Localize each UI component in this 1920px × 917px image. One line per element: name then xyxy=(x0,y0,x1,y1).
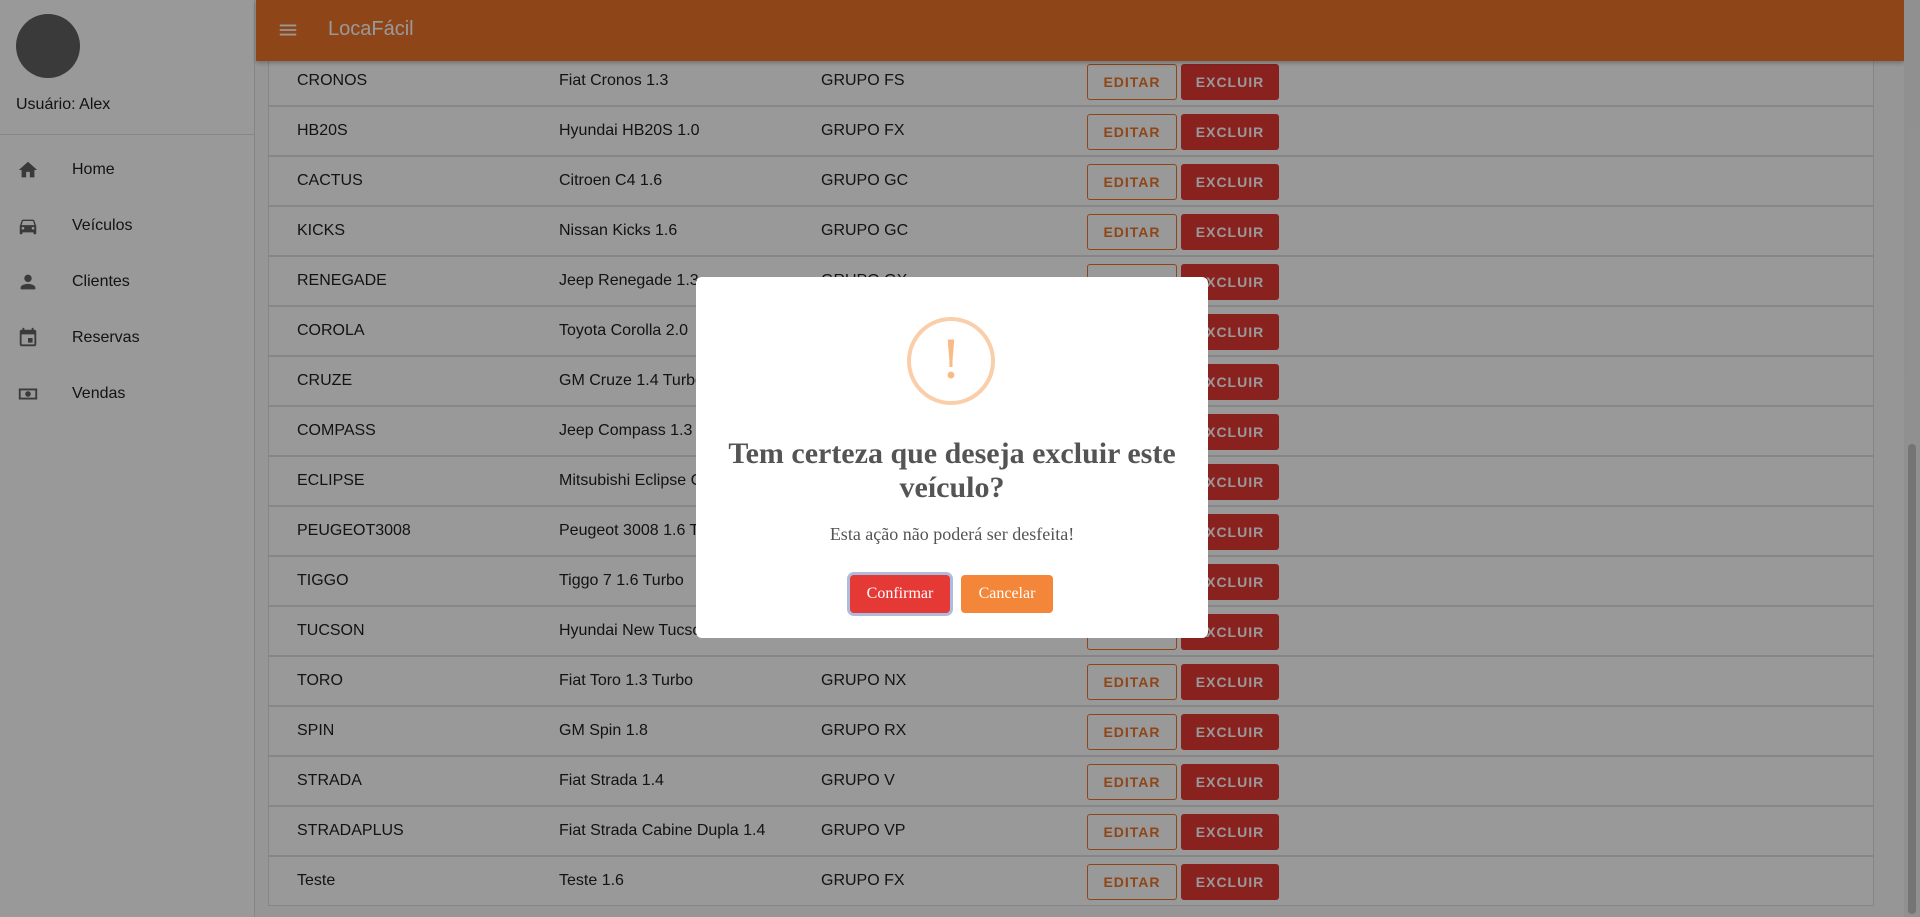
dialog-title: Tem certeza que deseja excluir este veíc… xyxy=(728,437,1176,504)
confirm-dialog: ! Tem certeza que deseja excluir este ve… xyxy=(696,277,1208,638)
confirm-button[interactable]: Confirmar xyxy=(850,575,950,613)
dialog-text: Esta ação não poderá ser desfeita! xyxy=(829,524,1075,544)
warning-glyph: ! xyxy=(940,331,962,391)
warning-icon: ! xyxy=(907,317,995,405)
cancel-button[interactable]: Cancelar xyxy=(961,575,1053,613)
